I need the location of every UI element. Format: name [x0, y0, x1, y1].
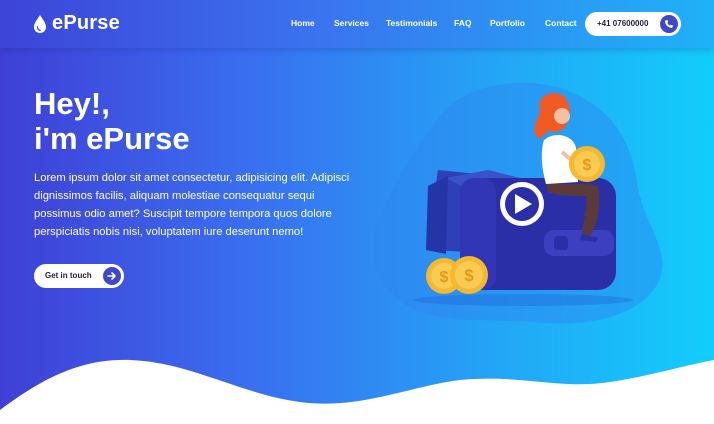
arrow-right-icon — [103, 267, 121, 285]
navbar: ePurse Home Services Testimonials FAQ Po… — [0, 0, 714, 48]
svg-text:$: $ — [583, 157, 592, 174]
headline-line-1: Hey!, — [34, 86, 110, 121]
get-in-touch-label: Get in touch — [45, 271, 92, 280]
svg-text:$: $ — [440, 269, 449, 286]
hero-paragraph: Lorem ipsum dolor sit amet consectetur, … — [34, 172, 350, 238]
phone-button[interactable]: +41 07600000 — [585, 12, 681, 36]
get-in-touch-button[interactable]: Get in touch — [34, 264, 124, 288]
nav-services[interactable]: Services — [334, 18, 369, 28]
hero-illustration: $ $ $ — [373, 82, 663, 324]
nav-home[interactable]: Home — [291, 18, 315, 28]
nav-testimonials[interactable]: Testimonials — [386, 18, 437, 28]
phone-icon — [660, 15, 678, 33]
headline-line-2: i'm ePurse — [34, 121, 190, 156]
svg-text:$: $ — [464, 266, 474, 285]
nav-portfolio[interactable]: Portfolio — [490, 18, 525, 28]
hero-section: $ $ $ Hey!, i'm ePurse Lorem ipsum dolor… — [0, 0, 714, 424]
phone-number: +41 07600000 — [597, 19, 649, 28]
nav-faq[interactable]: FAQ — [454, 18, 471, 28]
wave-divider — [0, 359, 714, 424]
hero-headline: Hey!, i'm ePurse — [34, 86, 190, 156]
nav-contact[interactable]: Contact — [545, 18, 577, 28]
